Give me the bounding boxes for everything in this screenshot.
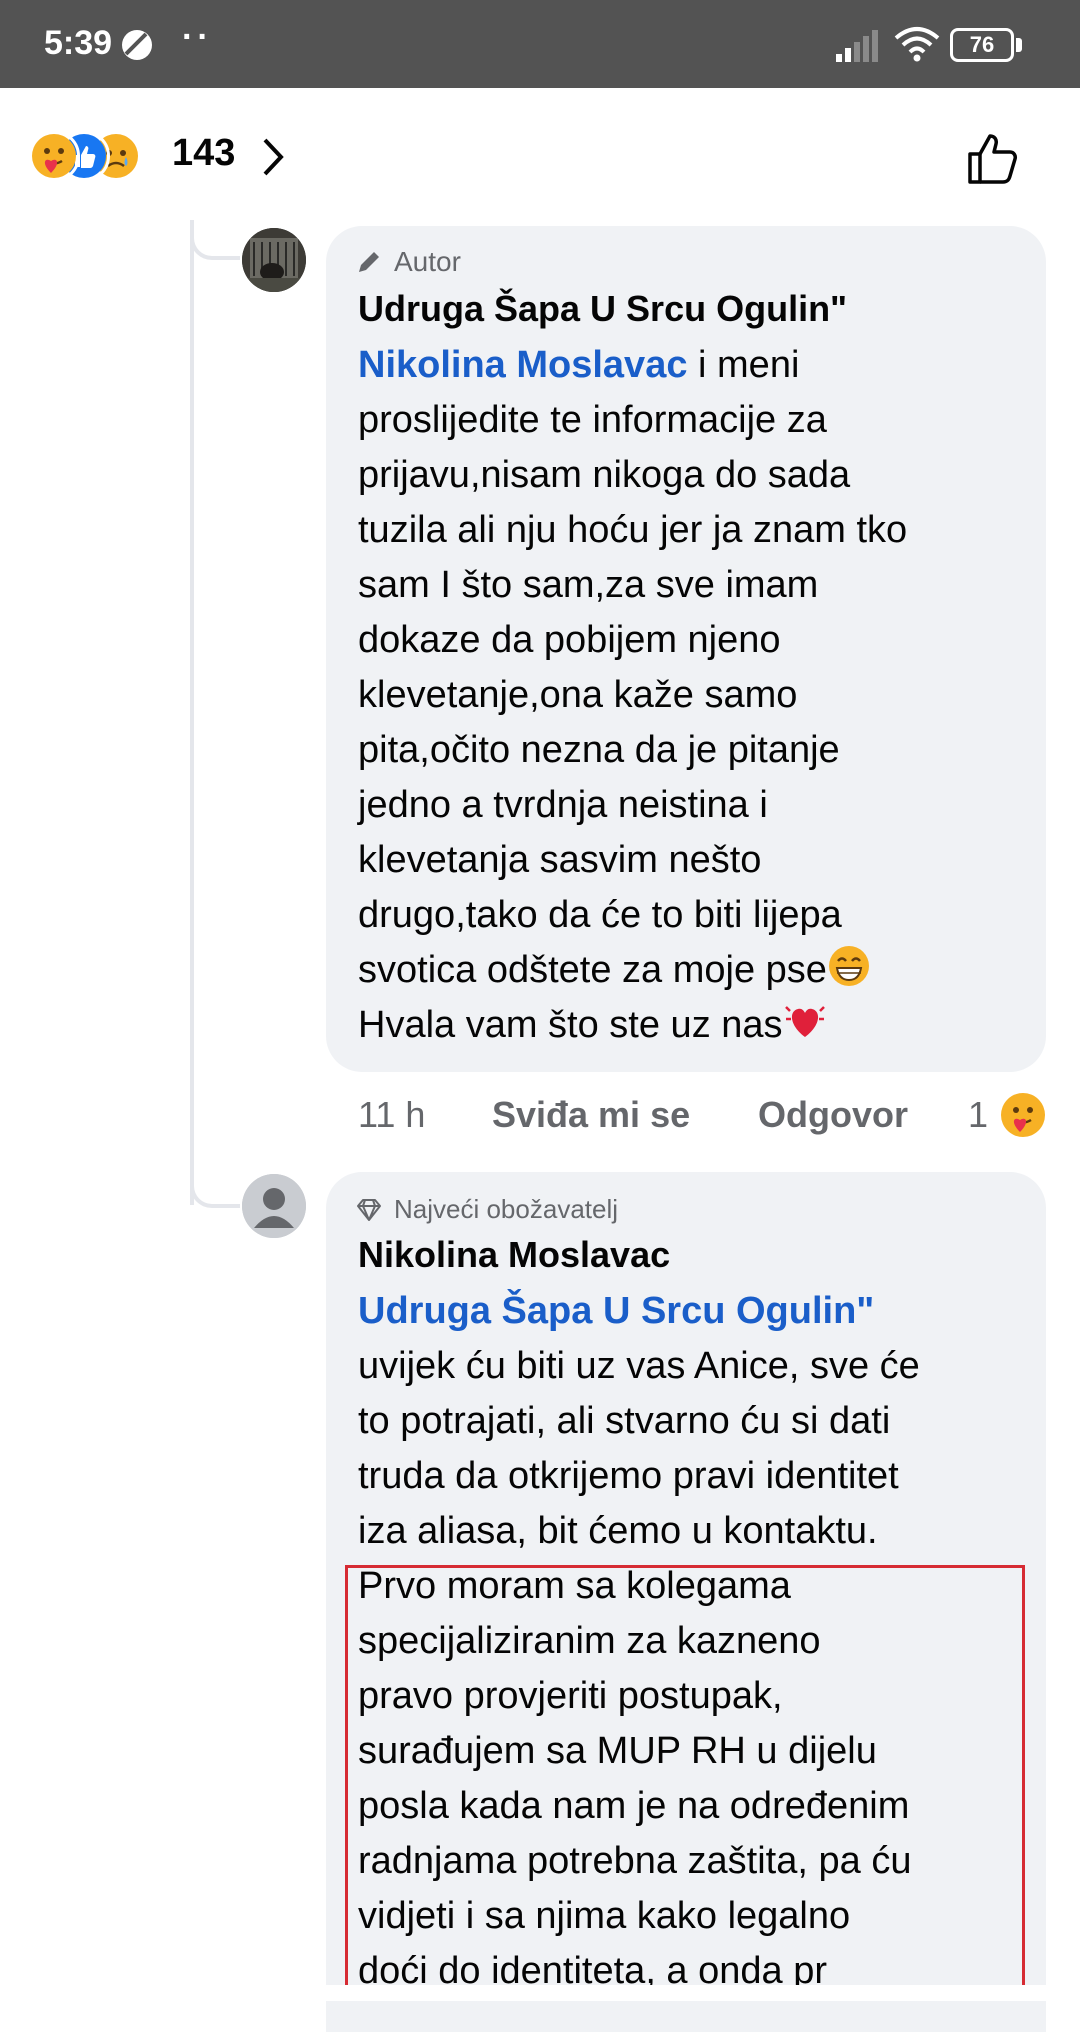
text-line: klevetanja sasvim nešto (358, 839, 762, 881)
battery-tip (1016, 38, 1022, 52)
text-line: svotica odštete za moje pse (358, 949, 827, 991)
avatar[interactable] (242, 1174, 306, 1238)
badge-label: Autor (394, 246, 461, 277)
do-not-disturb-icon (122, 30, 152, 60)
badge-label: Najveći obožavatelj (394, 1194, 619, 1224)
thread-line (190, 225, 194, 1205)
page-avatar-image (242, 228, 306, 292)
pencil-icon (359, 252, 379, 272)
comment-reaction-count[interactable]: 1 (968, 1094, 988, 1136)
text-line: tuzila ali nju hoću jer ja znam tko (358, 509, 908, 551)
battery-indicator: 76 (950, 28, 1014, 62)
text-line: dokaze da pobijem njeno (358, 619, 781, 661)
text-line: drugo,tako da će to biti lijepa (358, 894, 842, 936)
text-line: proslijedite te informacije za (358, 399, 827, 441)
status-bar: 5:39 ·· 76 (0, 0, 1080, 88)
mention-link[interactable]: Nikolina Moslavac (358, 344, 687, 386)
comment-text: Nikolina Moslavac i meni proslijedite te… (358, 338, 1038, 1053)
default-avatar-icon (242, 1174, 306, 1238)
care-emoji-icon (28, 130, 80, 182)
care-emoji-icon[interactable] (1000, 1092, 1046, 1138)
chevron-right-icon[interactable] (260, 136, 286, 178)
comment-author[interactable]: Nikolina Moslavac (358, 1234, 670, 1276)
text-line: pita,očito nezna da je pitanje (358, 729, 840, 771)
like-comment-button[interactable]: Sviđa mi se (492, 1094, 690, 1136)
comment-author[interactable]: Udruga Šapa U Srcu Ogulin" (358, 288, 847, 330)
comment-actions: 11 h Sviđa mi se Odgovor 1 (358, 1092, 1048, 1140)
text-line: i meni (687, 344, 800, 386)
text-line: Hvala vam što ste uz nas (358, 1004, 783, 1046)
text-line: klevetanje,ona kaže samo (358, 674, 798, 716)
author-badge: Autor (356, 246, 461, 278)
text-line: jedno a tvrdnja neistina i (358, 784, 768, 826)
comment-timestamp[interactable]: 11 h (358, 1094, 425, 1136)
avatar[interactable] (242, 228, 306, 292)
text-line: truda da otkrijemo pravi identitet (358, 1455, 899, 1497)
beating-heart-icon (784, 1006, 825, 1037)
comment-bubble[interactable]: Autor Udruga Šapa U Srcu Ogulin" Nikolin… (326, 226, 1046, 1072)
status-time: 5:39 (44, 24, 113, 62)
thread-connector (190, 220, 240, 260)
like-button-icon[interactable] (964, 128, 1024, 188)
text-line: sam I što sam,za sve imam (358, 564, 819, 606)
text-line: to potrajati, ali stvarno ću si dati (358, 1400, 891, 1442)
diamond-icon (357, 1198, 381, 1221)
wifi-icon (894, 27, 940, 62)
highlight-box (345, 1565, 1025, 1993)
top-fan-badge: Najveći obožavatelj (356, 1194, 618, 1225)
text-line: prijavu,nisam nikoga do sada (358, 454, 851, 496)
thread-connector (190, 1160, 240, 1208)
grinning-emoji-icon (828, 946, 869, 986)
signal-icon (836, 30, 878, 62)
mention-link[interactable]: Udruga Šapa U Srcu Ogulin" (358, 1284, 1038, 1339)
notification-dots: ·· (182, 18, 213, 56)
text-line: uvijek ću biti uz vas Anice, sve će (358, 1345, 920, 1387)
reply-button[interactable]: Odgovor (758, 1094, 908, 1136)
bottom-edge (0, 1985, 1080, 2001)
text-line: iza aliasa, bit ćemo u kontaktu. (358, 1510, 878, 1552)
reaction-count: 143 (172, 132, 236, 174)
